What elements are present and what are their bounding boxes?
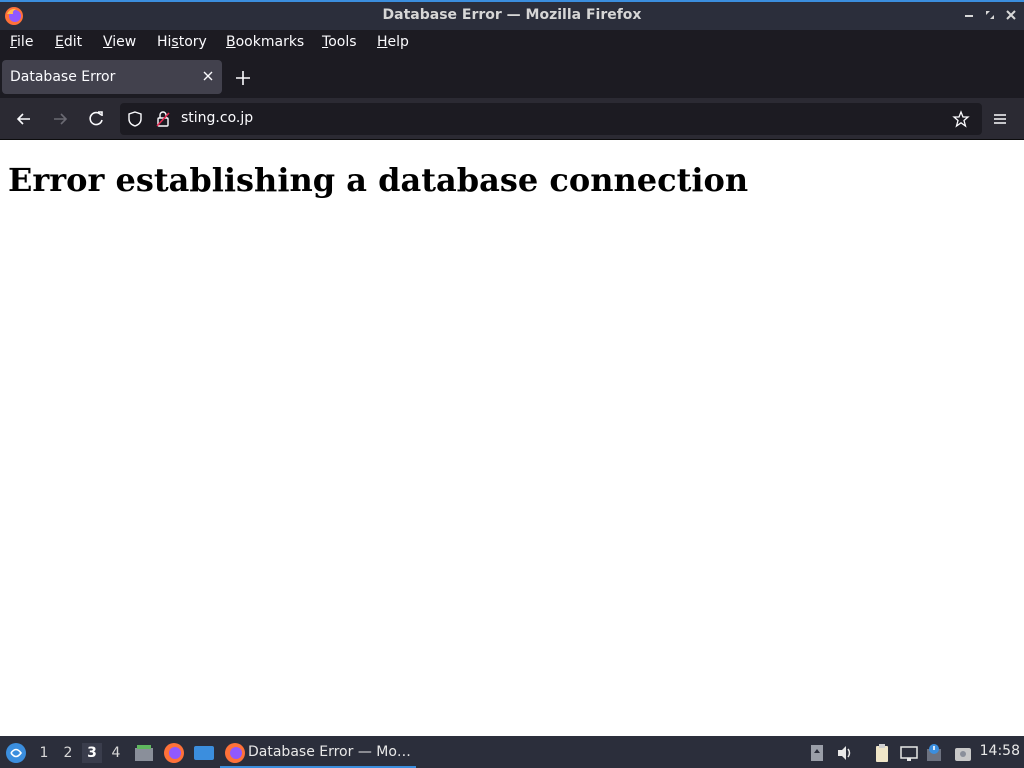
updates-icon[interactable]: [953, 743, 973, 763]
back-arrow-icon[interactable]: [14, 109, 34, 129]
bookmark-star-icon[interactable]: [952, 110, 970, 128]
forward-arrow-icon[interactable]: [50, 109, 70, 129]
menu-history[interactable]: History: [157, 34, 207, 50]
notification-icon[interactable]: [925, 743, 945, 763]
close-window-icon[interactable]: [1004, 8, 1018, 22]
tab-strip: Database Error: [0, 56, 1024, 98]
menu-view[interactable]: View: [103, 34, 136, 50]
file-manager-icon[interactable]: [133, 742, 155, 764]
shield-icon[interactable]: [126, 110, 144, 128]
network-icon[interactable]: [899, 743, 919, 763]
workspace-2[interactable]: 2: [58, 743, 78, 763]
page-content: Error establishing a database connection: [0, 141, 1024, 736]
storage-icon[interactable]: [807, 743, 827, 763]
menu-tools[interactable]: Tools: [322, 34, 357, 50]
window-titlebar: Database Error — Mozilla Firefox: [0, 0, 1024, 30]
workspace-3[interactable]: 3: [82, 743, 102, 763]
hamburger-menu-icon[interactable]: [990, 109, 1010, 129]
firefox-launcher-icon[interactable]: [163, 742, 185, 764]
window-title: Database Error — Mozilla Firefox: [382, 7, 642, 23]
page-heading: Error establishing a database connection: [8, 161, 749, 199]
reload-icon[interactable]: [86, 109, 106, 129]
workspace-4[interactable]: 4: [106, 743, 126, 763]
url-bar[interactable]: sting.co.jp: [120, 103, 982, 135]
insecure-lock-icon[interactable]: [154, 110, 172, 128]
volume-icon[interactable]: [835, 743, 855, 763]
tab-database-error[interactable]: Database Error: [2, 60, 222, 94]
menu-help[interactable]: Help: [377, 34, 409, 50]
menu-bar: File Edit View History Bookmarks Tools H…: [0, 30, 1024, 56]
close-tab-icon[interactable]: [202, 70, 214, 82]
firefox-icon: [225, 743, 245, 763]
start-menu-icon[interactable]: [5, 742, 27, 764]
clipboard-icon[interactable]: [872, 743, 892, 763]
menu-file[interactable]: File: [10, 34, 33, 50]
desktop-icon[interactable]: [193, 742, 215, 764]
taskbar: 1 2 3 4 Database Error — Mo… 14:58: [0, 736, 1024, 768]
clock[interactable]: 14:58: [980, 743, 1020, 759]
navigation-toolbar: sting.co.jp: [0, 98, 1024, 140]
minimize-icon[interactable]: [962, 8, 976, 22]
taskbar-task-firefox[interactable]: Database Error — Mo…: [220, 738, 416, 768]
url-text[interactable]: sting.co.jp: [181, 110, 253, 126]
new-tab-icon[interactable]: [234, 69, 252, 87]
maximize-icon[interactable]: [983, 8, 997, 22]
tab-title: Database Error: [10, 69, 116, 85]
menu-edit[interactable]: Edit: [55, 34, 82, 50]
task-label: Database Error — Mo…: [248, 744, 411, 760]
workspace-1[interactable]: 1: [34, 743, 54, 763]
menu-bookmarks[interactable]: Bookmarks: [226, 34, 304, 50]
